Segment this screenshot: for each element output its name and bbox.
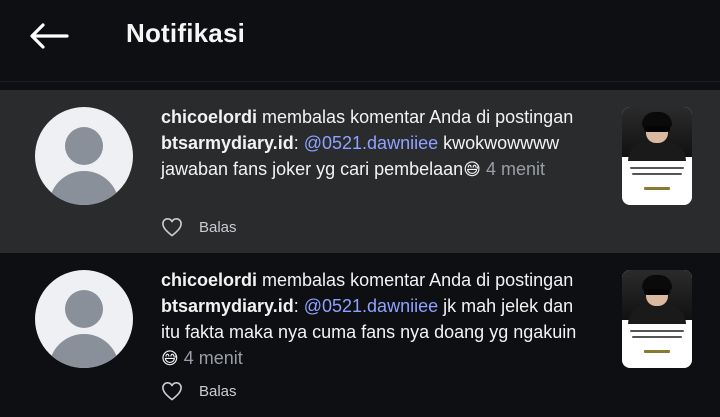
notification-actions: Balas: [161, 381, 237, 401]
default-avatar-head: [65, 290, 103, 328]
thumbnail-text-line: [632, 336, 682, 338]
heart-icon[interactable]: [161, 217, 183, 237]
colon-text: :: [293, 133, 304, 153]
action-text: membalas komentar Anda di postingan: [257, 270, 574, 290]
timestamp: 4 menit: [183, 348, 243, 368]
top-bar: Notifikasi: [0, 0, 720, 82]
colon-text: :: [293, 296, 304, 316]
mention-link[interactable]: @0521.dawniiee: [304, 296, 438, 316]
avatar[interactable]: [35, 270, 133, 368]
post-thumbnail[interactable]: [622, 107, 692, 205]
notification-text: chicoelordi membalas komentar Anda di po…: [161, 104, 581, 183]
emoji: 😅: [161, 349, 179, 369]
username-link[interactable]: chicoelordi: [161, 107, 257, 127]
back-arrow-icon: [30, 23, 69, 49]
post-account-link[interactable]: btsarmydiary.id: [161, 133, 294, 153]
action-text: membalas komentar Anda di postingan: [257, 107, 574, 127]
heart-icon[interactable]: [161, 381, 183, 401]
page-title: Notifikasi: [126, 18, 246, 48]
reply-button[interactable]: Balas: [199, 383, 237, 400]
thumbnail-caption: [644, 350, 670, 353]
username-link[interactable]: chicoelordi: [161, 270, 257, 290]
avatar[interactable]: [35, 107, 133, 205]
thumbnail-text-line: [632, 173, 682, 175]
thumbnail-caption: [644, 187, 670, 190]
emoji: 😅: [463, 160, 481, 180]
post-photo: [622, 107, 692, 161]
post-account-link[interactable]: btsarmydiary.id: [161, 296, 294, 316]
post-thumbnail[interactable]: [622, 270, 692, 368]
back-button[interactable]: [26, 16, 72, 56]
notification-actions: Balas: [161, 217, 237, 237]
notification-item[interactable]: chicoelordi membalas komentar Anda di po…: [0, 253, 720, 417]
default-avatar-body: [49, 171, 119, 205]
thumbnail-text-line: [630, 167, 684, 169]
timestamp: 4 menit: [485, 159, 545, 179]
default-avatar-body: [49, 334, 119, 368]
post-photo: [622, 270, 692, 324]
notification-text: chicoelordi membalas komentar Anda di po…: [161, 267, 581, 372]
default-avatar-head: [65, 127, 103, 165]
mention-link[interactable]: @0521.dawniiee: [304, 133, 438, 153]
notification-item[interactable]: chicoelordi membalas komentar Anda di po…: [0, 90, 720, 253]
thumbnail-text-line: [630, 330, 684, 332]
reply-button[interactable]: Balas: [199, 219, 237, 236]
